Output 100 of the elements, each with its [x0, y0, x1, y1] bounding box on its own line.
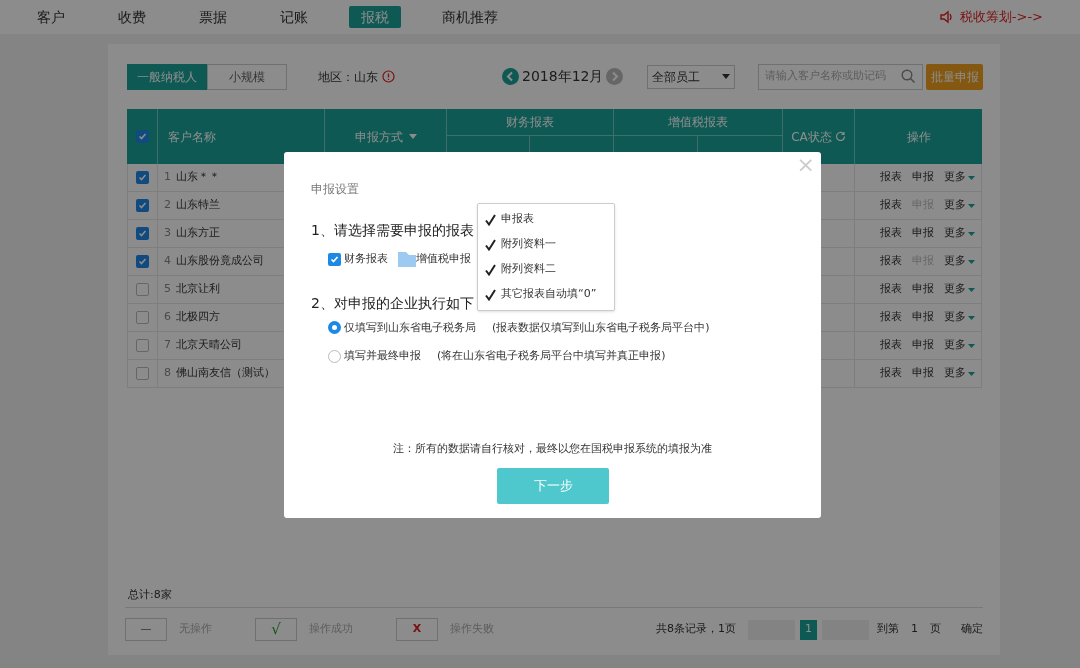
- customer-name: 山东股份竟成公司: [176, 253, 264, 270]
- declare-link[interactable]: 申报: [912, 169, 934, 186]
- row-number: 3: [164, 225, 171, 242]
- customer-name: 山东方正: [176, 225, 220, 242]
- check-icon: [137, 132, 147, 141]
- legend-symbol: —: [125, 618, 167, 641]
- info-icon: [382, 70, 395, 83]
- nav-tab[interactable]: 收费: [106, 6, 158, 28]
- more-link[interactable]: 更多: [944, 225, 975, 242]
- next-month-button[interactable]: [606, 68, 624, 85]
- nav-tab[interactable]: 客户: [25, 6, 77, 28]
- declare-link[interactable]: 申报: [912, 365, 934, 382]
- declare-link[interactable]: 申报: [912, 225, 934, 242]
- caret-icon[interactable]: [968, 371, 975, 376]
- column-header: CA状态: [791, 128, 832, 146]
- checkbox[interactable]: [136, 255, 149, 268]
- search-icon[interactable]: [901, 69, 917, 84]
- page-unit-label: 页: [930, 621, 941, 638]
- promo-link[interactable]: 税收筹划->->: [959, 7, 1043, 27]
- nav-tab[interactable]: 票据: [187, 6, 239, 28]
- declare-link[interactable]: 申报: [912, 337, 934, 354]
- column-header: 操作: [905, 128, 932, 146]
- radio-option[interactable]: 仅填写到山东省电子税务局: [328, 319, 476, 336]
- legend-symbol: X: [396, 618, 438, 641]
- check-icon: [138, 173, 147, 182]
- check-icon: [485, 263, 496, 276]
- caret-icon[interactable]: [968, 343, 975, 348]
- checkbox-option[interactable]: 财务报表: [328, 251, 388, 268]
- checkbox[interactable]: [136, 171, 149, 184]
- caret-icon[interactable]: [968, 203, 975, 208]
- refresh-icon[interactable]: [834, 131, 846, 142]
- row-number: 7: [164, 337, 171, 354]
- caret-icon[interactable]: [722, 74, 731, 79]
- period-label: 2018年12月: [522, 67, 604, 86]
- report-link[interactable]: 报表: [880, 197, 902, 214]
- checkbox[interactable]: [136, 311, 149, 324]
- more-link[interactable]: 更多: [944, 309, 975, 326]
- column-header: 申报方式: [354, 128, 403, 146]
- checkbox[interactable]: [136, 367, 149, 380]
- report-link[interactable]: 报表: [880, 309, 902, 326]
- staff-select[interactable]: 全部员工: [647, 64, 736, 89]
- report-link[interactable]: 报表: [880, 337, 902, 354]
- customer-name: 山东＊＊: [176, 169, 220, 186]
- caret-icon[interactable]: [968, 175, 975, 180]
- notice-text: 注：所有的数据请自行核对，最终以您在国税申报系统的填报为准: [392, 441, 713, 457]
- row-number: 6: [164, 309, 171, 326]
- column-header: 财务报表: [447, 109, 614, 136]
- option-description: (将在山东省电子税务局平台中填写并真正申报): [437, 348, 666, 364]
- confirm-button[interactable]: 确定: [961, 621, 983, 638]
- check-icon: [485, 238, 496, 251]
- report-link[interactable]: 报表: [880, 281, 902, 298]
- customer-name: 北京天晴公司: [176, 337, 242, 354]
- nav-tab[interactable]: 记账: [268, 6, 320, 28]
- goto-label: 到第: [877, 621, 899, 638]
- checkbox[interactable]: [136, 199, 149, 212]
- menu-item[interactable]: 附列资料一: [478, 232, 614, 257]
- checkbox[interactable]: [136, 283, 149, 296]
- total-count: 总计:8家: [125, 586, 983, 608]
- radio-option[interactable]: 填写并最终申报: [328, 348, 421, 365]
- declare-link[interactable]: 申报: [912, 309, 934, 326]
- checkbox[interactable]: [136, 339, 149, 352]
- more-link[interactable]: 更多: [944, 365, 975, 382]
- check-icon: [138, 257, 147, 266]
- caret-icon[interactable]: [968, 231, 975, 236]
- report-link[interactable]: 报表: [880, 253, 902, 270]
- check-icon: [138, 201, 147, 210]
- dropdown-option[interactable]: 增值税申报: [398, 251, 471, 268]
- customer-name: 北京让利: [176, 281, 220, 298]
- menu-item[interactable]: 其它报表自动填“0”: [478, 282, 614, 307]
- more-link[interactable]: 更多: [944, 197, 975, 214]
- row-number: 4: [164, 253, 171, 270]
- nav-tab[interactable]: 商机推荐: [430, 6, 510, 28]
- checkbox[interactable]: [136, 227, 149, 240]
- menu-item[interactable]: 申报表: [478, 207, 614, 232]
- row-number: 5: [164, 281, 171, 298]
- column-header: 增值税报表: [614, 109, 783, 136]
- folder-icon: [398, 251, 416, 267]
- page-input[interactable]: 1: [911, 621, 918, 638]
- taxpayer-tab[interactable]: 小规模: [207, 63, 287, 90]
- customer-name: 佛山南友信（测试）: [176, 365, 275, 382]
- report-link[interactable]: 报表: [880, 365, 902, 382]
- more-link[interactable]: 更多: [944, 169, 975, 186]
- more-link[interactable]: 更多: [944, 337, 975, 354]
- caret-icon[interactable]: [968, 315, 975, 320]
- section-heading: 2、对申报的企业执行如下: [311, 293, 474, 313]
- customer-name: 山东特兰: [176, 197, 220, 214]
- caret-icon[interactable]: [408, 134, 417, 139]
- more-link[interactable]: 更多: [944, 281, 975, 298]
- check-icon: [330, 254, 339, 264]
- report-link[interactable]: 报表: [880, 169, 902, 186]
- declare-link[interactable]: 申报: [912, 281, 934, 298]
- select-all-checkbox[interactable]: [135, 130, 149, 143]
- section-heading: 1、请选择需要申报的报表: [311, 221, 475, 240]
- caret-icon[interactable]: [968, 259, 975, 264]
- prev-month-button[interactable]: [502, 68, 519, 85]
- caret-icon[interactable]: [968, 287, 975, 292]
- row-number: 8: [164, 365, 171, 382]
- more-link[interactable]: 更多: [944, 253, 975, 270]
- menu-item[interactable]: 附列资料二: [478, 257, 614, 282]
- report-link[interactable]: 报表: [880, 225, 902, 242]
